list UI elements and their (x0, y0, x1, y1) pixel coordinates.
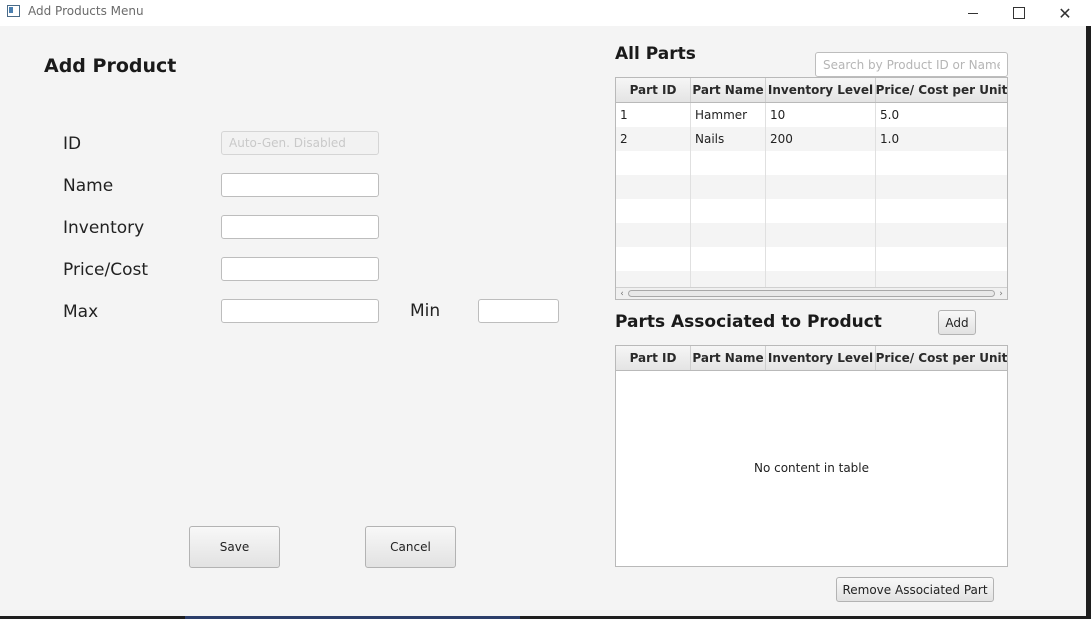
associated-parts-table: Part ID Part Name Inventory Level Price/… (615, 345, 1008, 567)
window-border (1086, 26, 1091, 619)
scroll-right-icon[interactable]: › (995, 288, 1007, 299)
app-icon (7, 5, 20, 17)
table-cell: 2 (616, 127, 691, 151)
minimize-button[interactable] (950, 0, 996, 26)
title-bar: Add Products Menu ✕ (0, 0, 1091, 26)
close-icon: ✕ (1058, 3, 1072, 23)
horizontal-scrollbar[interactable]: ‹ › (616, 287, 1007, 299)
all-parts-title: All Parts (615, 44, 696, 64)
empty-row (616, 175, 1007, 199)
window-title: Add Products Menu (28, 4, 144, 18)
empty-table-message: No content in table (753, 461, 870, 475)
price-label: Price/Cost (63, 260, 148, 280)
column-header[interactable]: Part ID (616, 346, 691, 370)
scroll-left-icon[interactable]: ‹ (616, 288, 628, 299)
max-field[interactable] (221, 299, 379, 323)
id-field (221, 131, 379, 155)
column-header[interactable]: Price/ Cost per Unit (876, 346, 1007, 370)
remove-associated-part-button[interactable]: Remove Associated Part (836, 577, 994, 602)
add-button[interactable]: Add (938, 310, 976, 335)
table-cell: 1.0 (880, 132, 900, 146)
empty-row (616, 199, 1007, 223)
table-cell: 10 (766, 103, 876, 127)
table-header: Part ID Part Name Inventory Level Price/… (616, 78, 1007, 103)
maximize-icon (1013, 7, 1025, 19)
table-row[interactable]: 1 Hammer 10 5.0 (616, 103, 1007, 127)
inventory-label: Inventory (63, 218, 145, 238)
table-row[interactable]: 2 Nails 200 1.0 (616, 127, 1007, 151)
column-header[interactable]: Part ID (616, 78, 691, 102)
table-cell: 5.0 (880, 108, 900, 122)
empty-row (616, 151, 1007, 175)
cancel-button[interactable]: Cancel (365, 526, 456, 568)
column-header[interactable]: Inventory Level (766, 78, 876, 102)
empty-row (616, 247, 1007, 271)
table-header: Part ID Part Name Inventory Level Price/… (616, 346, 1007, 371)
associated-parts-title: Parts Associated to Product (615, 312, 882, 332)
scroll-thumb[interactable] (628, 290, 995, 297)
column-header[interactable]: Part Name (691, 346, 766, 370)
table-cell: 200 (766, 127, 876, 151)
main-content: Add Product ID Name Inventory Price/Cost… (0, 26, 1086, 616)
save-button[interactable]: Save (189, 526, 280, 568)
price-field[interactable] (221, 257, 379, 281)
table-cell: 1 (616, 103, 691, 127)
all-parts-table: Part ID Part Name Inventory Level Price/… (615, 77, 1008, 300)
table-cell: Nails (691, 127, 766, 151)
max-label: Max (63, 302, 99, 322)
min-field[interactable] (478, 299, 559, 323)
column-header[interactable]: Part Name (691, 78, 766, 102)
name-label: Name (63, 176, 114, 196)
maximize-button[interactable] (996, 0, 1042, 26)
minimize-icon (968, 12, 978, 14)
id-label: ID (63, 134, 82, 154)
close-button[interactable]: ✕ (1042, 0, 1088, 26)
column-header[interactable]: Inventory Level (766, 346, 876, 370)
min-label: Min (410, 301, 441, 321)
column-header[interactable]: Price/ Cost per Unit (876, 78, 1007, 102)
empty-row (616, 223, 1007, 247)
search-input[interactable] (815, 52, 1008, 77)
table-cell: Hammer (691, 103, 766, 127)
page-title: Add Product (44, 55, 177, 77)
name-field[interactable] (221, 173, 379, 197)
inventory-field[interactable] (221, 215, 379, 239)
